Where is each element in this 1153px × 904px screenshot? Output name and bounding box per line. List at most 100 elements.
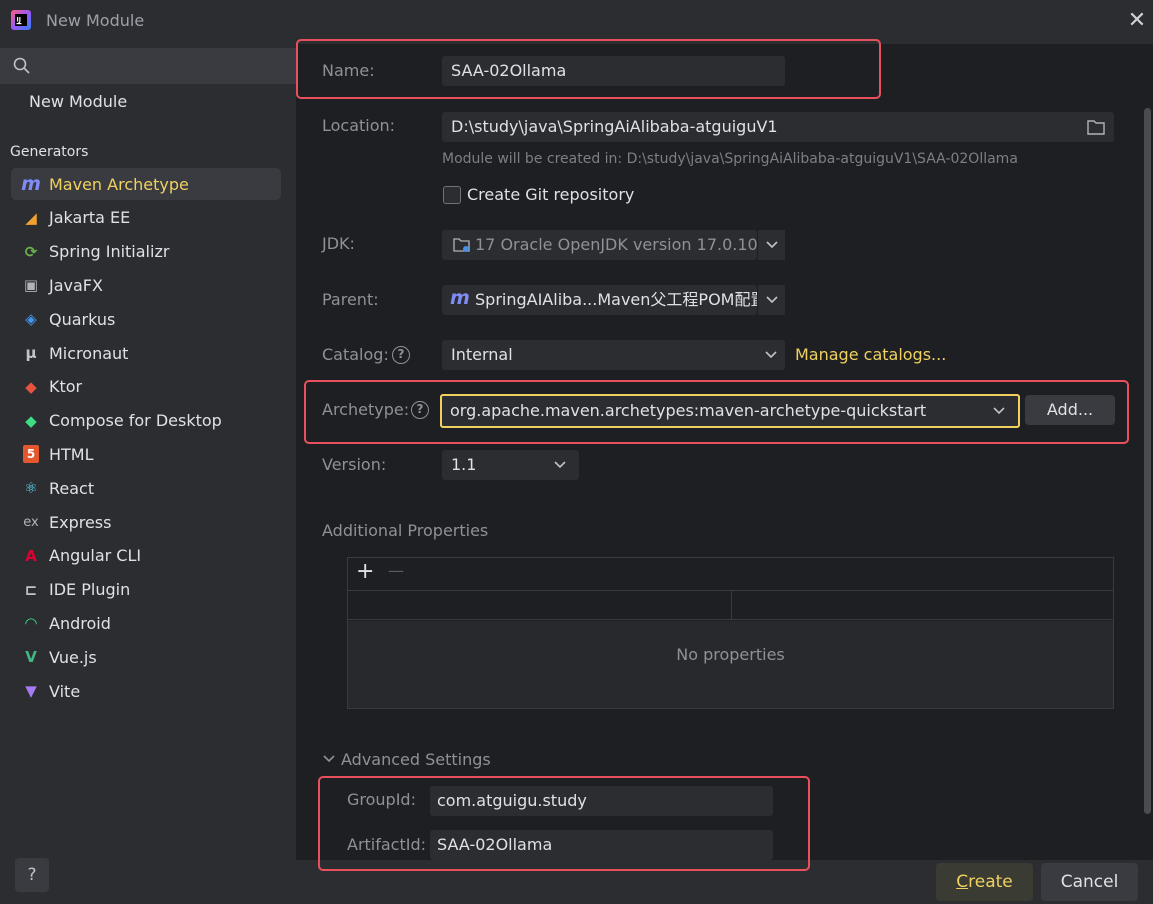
chevron-down-icon[interactable]: [765, 351, 777, 359]
sidebar-item-maven-archetype[interactable]: m Maven Archetype: [11, 168, 281, 200]
spring-icon: ⟳: [24, 242, 38, 261]
ktor-icon: ◆: [25, 377, 37, 396]
name-highlight-box: [296, 39, 881, 99]
html-icon: 5: [23, 445, 39, 464]
help-button[interactable]: ?: [15, 858, 49, 892]
angular-icon: A: [25, 546, 37, 565]
advanced-settings-toggle[interactable]: Advanced Settings: [341, 750, 491, 769]
parent-label: Parent:: [322, 290, 379, 309]
sidebar-item-label: Angular CLI: [49, 546, 142, 566]
generators-heading: Generators: [10, 144, 89, 160]
parent-dropdown-button[interactable]: [757, 285, 785, 315]
sidebar-item-ide-plugin[interactable]: ⊏ IDE Plugin: [11, 574, 281, 606]
sidebar-item-vite[interactable]: ▼ Vite: [11, 675, 281, 707]
sidebar-item-label: Maven Archetype: [49, 174, 189, 194]
sidebar-item-react[interactable]: ⚛ React: [11, 472, 281, 504]
sidebar-item-label: Ktor: [49, 377, 83, 397]
parent-select[interactable]: SpringAIAliba...Maven父工程POM配置: [442, 285, 757, 315]
sidebar-item-new-module[interactable]: New Module: [29, 92, 127, 111]
version-label: Version:: [322, 455, 387, 474]
express-icon: ex: [23, 514, 39, 530]
sidebar-item-label: IDE Plugin: [49, 580, 131, 600]
no-properties-text: No properties: [676, 645, 785, 664]
sidebar-item-label: Express: [49, 512, 112, 532]
properties-table: + — No properties: [347, 557, 1114, 709]
create-mnemonic: C: [956, 872, 969, 892]
catalog-label: Catalog:: [322, 345, 389, 364]
window-title: New Module: [46, 11, 145, 30]
sidebar-item-quarkus[interactable]: ◈ Quarkus: [11, 303, 281, 335]
sidebar-item-label: Spring Initializr: [49, 242, 170, 262]
catalog-select[interactable]: Internal: [442, 340, 785, 370]
react-icon: ⚛: [24, 479, 38, 498]
sidebar-item-label: JavaFX: [49, 275, 103, 295]
sidebar-item-label: Jakarta EE: [49, 208, 131, 228]
archetype-highlight-box: [304, 380, 1129, 444]
chevron-down-icon: [765, 296, 778, 304]
chevron-down-icon: [765, 241, 778, 249]
sidebar-item-label: HTML: [49, 444, 94, 464]
intellij-logo-icon: IJ: [11, 10, 31, 30]
properties-toolbar: + —: [348, 558, 1113, 590]
android-icon: ◠: [25, 614, 37, 633]
sidebar-item-express[interactable]: ex Express: [11, 506, 281, 538]
jdk-dropdown-button[interactable]: [757, 230, 785, 260]
location-label: Location:: [322, 116, 396, 135]
jdk-select[interactable]: 17 Oracle OpenJDK version 17.0.10: [442, 230, 757, 260]
maven-icon: m: [21, 173, 41, 195]
javafx-icon: ▣: [23, 276, 39, 295]
properties-header: [348, 590, 1113, 620]
sidebar-item-html[interactable]: 5 HTML: [11, 438, 281, 470]
jdk-label: JDK:: [322, 234, 355, 253]
sidebar-search-input[interactable]: [0, 48, 296, 84]
column-separator: [731, 591, 732, 619]
properties-body: No properties: [348, 621, 1113, 708]
create-label: reate: [968, 872, 1013, 892]
maven-icon: m: [450, 287, 470, 309]
compose-icon: ◆: [25, 411, 37, 430]
vite-icon: ▼: [25, 682, 37, 700]
sidebar-item-vue-js[interactable]: V Vue.js: [11, 641, 281, 673]
folder-icon[interactable]: [1086, 118, 1106, 136]
remove-property-icon[interactable]: —: [388, 561, 404, 580]
chevron-down-icon[interactable]: [554, 461, 566, 469]
quarkus-icon: ◈: [25, 310, 37, 329]
title-bar: IJ New Module ✕: [0, 0, 1153, 44]
create-button[interactable]: Create: [936, 863, 1033, 901]
catalog-help-icon[interactable]: ?: [392, 346, 410, 364]
plugin-icon: ⊏: [24, 580, 38, 599]
search-icon: [13, 57, 30, 74]
chevron-down-icon[interactable]: [323, 755, 335, 763]
sidebar-item-spring-initializr[interactable]: ⟳ Spring Initializr: [11, 236, 281, 268]
sidebar-item-javafx[interactable]: ▣ JavaFX: [11, 269, 281, 301]
sidebar-item-label: Android: [49, 613, 111, 633]
close-icon[interactable]: ✕: [1124, 8, 1150, 34]
create-git-checkbox[interactable]: [443, 186, 461, 204]
jakarta-icon: ◢: [25, 208, 37, 227]
sidebar-item-ktor[interactable]: ◆ Ktor: [11, 371, 281, 403]
sidebar-item-label: Quarkus: [49, 309, 116, 329]
sidebar-item-micronaut[interactable]: µ Micronaut: [11, 337, 281, 369]
sidebar-item-label: React: [49, 478, 95, 498]
main-scrollbar[interactable]: [1144, 108, 1151, 814]
cancel-button[interactable]: Cancel: [1041, 863, 1138, 901]
micronaut-icon: µ: [25, 344, 37, 362]
jdk-folder-icon: [453, 238, 470, 252]
additional-properties-label: Additional Properties: [322, 521, 489, 540]
add-property-icon[interactable]: +: [356, 559, 374, 584]
manage-catalogs-link[interactable]: Manage catalogs...: [795, 345, 946, 364]
location-input[interactable]: D:\study\java\SpringAiAlibaba-atguiguV1: [442, 112, 1114, 142]
vue-icon: V: [25, 648, 37, 667]
sidebar-item-jakarta-ee[interactable]: ◢ Jakarta EE: [11, 202, 281, 234]
sidebar-item-label: Vue.js: [49, 647, 97, 667]
sidebar-item-android[interactable]: ◠ Android: [11, 607, 281, 639]
create-git-label: Create Git repository: [467, 185, 635, 204]
sidebar-item-label: Vite: [49, 681, 81, 701]
svg-text:IJ: IJ: [17, 17, 21, 24]
sidebar-item-label: Compose for Desktop: [49, 411, 222, 431]
location-hint: Module will be created in: D:\study\java…: [442, 151, 1018, 167]
sidebar-item-compose-for-desktop[interactable]: ◆ Compose for Desktop: [11, 405, 281, 437]
sidebar-item-label: Micronaut: [49, 343, 129, 363]
sidebar-item-angular-cli[interactable]: A Angular CLI: [11, 540, 281, 572]
advanced-highlight-box: [318, 776, 810, 871]
